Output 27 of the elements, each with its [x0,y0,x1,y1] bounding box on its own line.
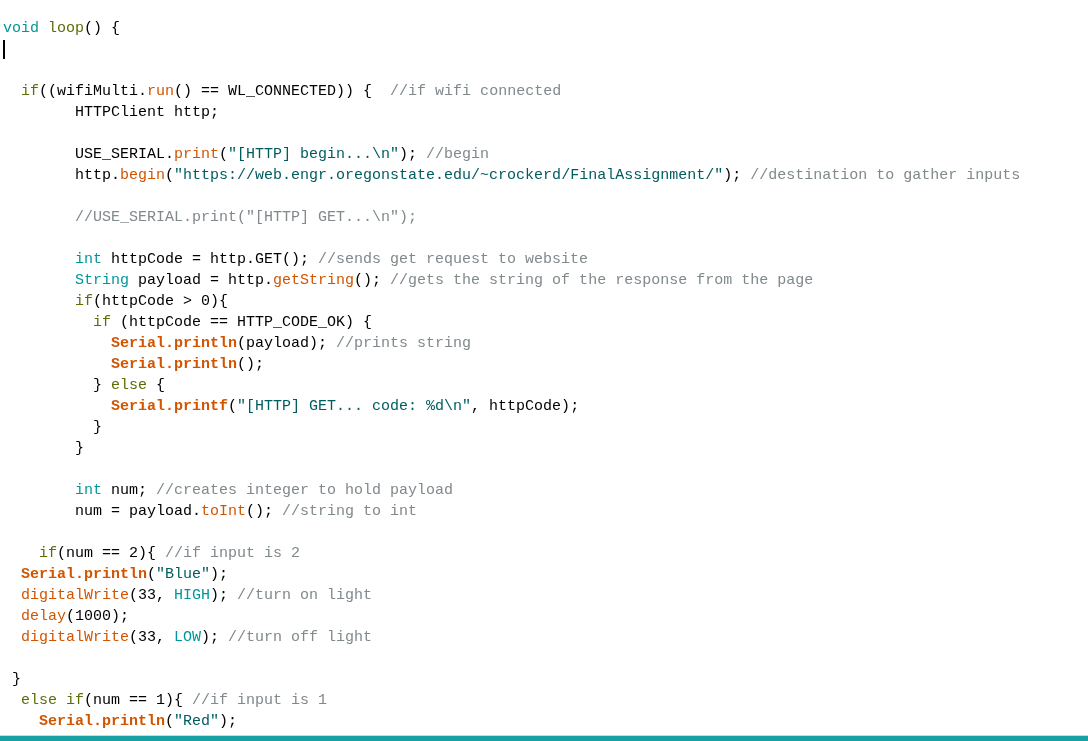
code-line: } [11,670,21,690]
code-line: http.begin("https://web.engr.oregonstate.edu/~crockerd/FinalAssignment/"); //destination to gather inputs [74,166,1021,186]
code-line: Serial.println(); [110,355,265,375]
code-line: Serial.println("Blue"); [20,565,229,585]
code-line: Serial.println(payload); //prints string [110,334,472,354]
code-line: int num; //creates integer to hold payload [74,481,454,501]
code-line: if(httpCode > 0){ [74,292,229,312]
code-line: HTTPClient http; [74,103,220,123]
code-line: delay(1000); [20,607,130,627]
code-line: else if(num == 1){ //if input is 1 [20,691,328,711]
code-line: Serial.println("Red"); [38,712,238,732]
code-line: digitalWrite(33, LOW); //turn off light [20,628,373,648]
code-line: Serial.printf("[HTTP] GET... code: %d\n", httpCode); [110,397,580,417]
code-line: digitalWrite(33, HIGH); //turn on light [20,586,373,606]
code-line: num = payload.toInt(); //string to int [74,502,418,522]
code-line: void loop() { [3,19,121,39]
code-line: if((wifiMulti.run() == WL_CONNECTED)) { //if wifi connected [20,82,562,102]
code-line: if(num == 2){ //if input is 2 [38,544,301,564]
code-line: if (httpCode == HTTP_CODE_OK) { [92,313,373,333]
text-cursor [3,40,5,59]
code-line: //USE_SERIAL.print("[HTTP] GET...\n"); [74,208,418,228]
code-line: } else { [92,376,166,396]
code-line: String payload = http.getString(); //gets the string of the response from the page [74,271,814,291]
code-line: } [74,439,84,459]
code-line: } [92,418,103,438]
code-line: int httpCode = http.GET(); //sends get request to website [74,250,589,270]
code-line: USE_SERIAL.print("[HTTP] begin...\n"); //begin [74,145,490,165]
